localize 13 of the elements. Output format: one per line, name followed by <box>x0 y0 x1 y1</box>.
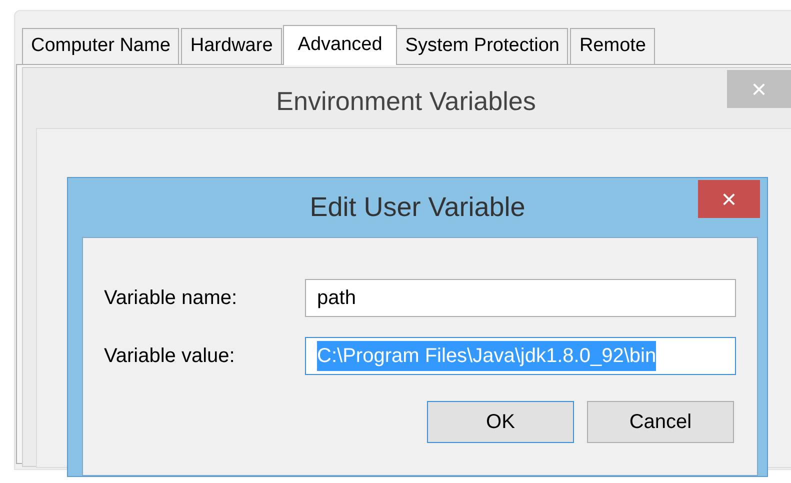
input-field[interactable]: path <box>305 279 736 317</box>
dialog-button[interactable]: OK <box>427 401 574 443</box>
tab[interactable]: Hardware <box>181 28 282 65</box>
tab[interactable]: System Protection <box>396 28 568 65</box>
close-button[interactable]: × <box>698 180 760 218</box>
window-title: Environment Variables <box>275 85 537 118</box>
tab[interactable]: Advanced <box>282 25 398 65</box>
field-label: Variable value: <box>104 344 236 369</box>
dialog-title: Edit User Variable <box>310 191 526 224</box>
tab[interactable]: Computer Name <box>22 28 180 65</box>
dialog-button[interactable]: Cancel <box>587 401 734 443</box>
field-label: Variable name: <box>104 286 238 311</box>
tab[interactable]: Remote <box>570 28 655 65</box>
